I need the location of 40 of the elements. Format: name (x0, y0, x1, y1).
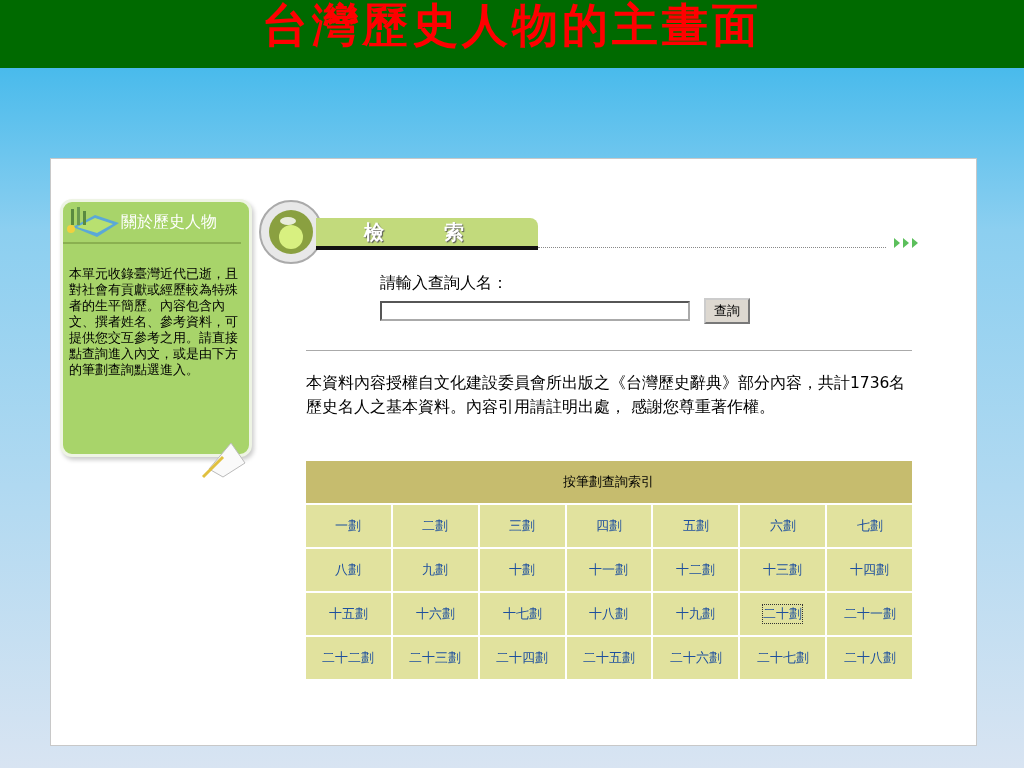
stroke-link[interactable]: 十九劃 (675, 604, 717, 624)
search-button[interactable]: 查詢 (704, 298, 750, 324)
stroke-link[interactable]: 二十四劃 (495, 648, 550, 668)
stroke-link[interactable]: 二十劃 (762, 604, 804, 624)
stroke-link[interactable]: 三劃 (508, 516, 537, 536)
stroke-link[interactable]: 十六劃 (414, 604, 456, 624)
stroke-link[interactable]: 二十二劃 (321, 648, 376, 668)
name-input[interactable] (380, 301, 690, 321)
name-label: 請輸入查詢人名： (380, 273, 509, 294)
stroke-link[interactable]: 十五劃 (327, 604, 369, 624)
stroke-link[interactable]: 十劃 (508, 560, 537, 580)
stroke-link[interactable]: 七劃 (855, 516, 884, 536)
stroke-link[interactable]: 八劃 (334, 560, 363, 580)
tab-character: 索 (444, 218, 464, 246)
stroke-link[interactable]: 二十八劃 (842, 648, 897, 668)
stroke-link[interactable]: 十四劃 (849, 560, 891, 580)
stroke-link[interactable]: 四劃 (595, 516, 623, 536)
stroke-link[interactable]: 二十七劃 (755, 648, 810, 668)
stroke-link[interactable]: 十八劃 (588, 604, 630, 624)
stroke-link[interactable]: 五劃 (681, 516, 710, 536)
about-text: 本單元收錄臺灣近代已逝，且對社會有貢獻或經歷較為特殊者的生平簡歷。內容包含內文、撰者姓名、參考資料，可提供您交互參考之用。請直接點查詢進入內文，或是由下方的筆劃查詢點選進入。 (68, 265, 239, 378)
landscape-book-icon (65, 205, 121, 239)
stroke-link[interactable]: 二劃 (421, 516, 450, 536)
chevrons-icon (894, 238, 920, 248)
about-heading: 關於歷史人物 (121, 211, 217, 233)
stroke-link[interactable]: 二十一劃 (842, 604, 897, 624)
stroke-link[interactable]: 十三劃 (762, 560, 804, 580)
stroke-link[interactable]: 二十五劃 (582, 648, 636, 668)
stroke-link[interactable]: 九劃 (421, 560, 450, 580)
index-title: 按筆劃查詢索引 (306, 461, 912, 503)
stroke-link[interactable]: 一劃 (334, 516, 363, 536)
slide-title: 台灣歷史人物的主畫面 (262, 0, 762, 54)
copyright-notice: 本資料內容授權自文化建設委員會所出版之《台灣歷史辭典》部分內容，共計1736名歷史名人之基本資料。內容引用請註明出處， 感謝您尊重著作權。 (306, 373, 907, 418)
stroke-link[interactable]: 六劃 (768, 516, 797, 536)
stroke-link[interactable]: 十七劃 (501, 604, 543, 624)
tab-character: 檢 (364, 218, 384, 246)
stroke-link[interactable]: 十一劃 (588, 560, 630, 580)
stroke-link[interactable]: 十二劃 (675, 560, 717, 580)
stroke-link[interactable]: 二十三劃 (408, 648, 463, 668)
stroke-link[interactable]: 二十六劃 (668, 648, 723, 668)
